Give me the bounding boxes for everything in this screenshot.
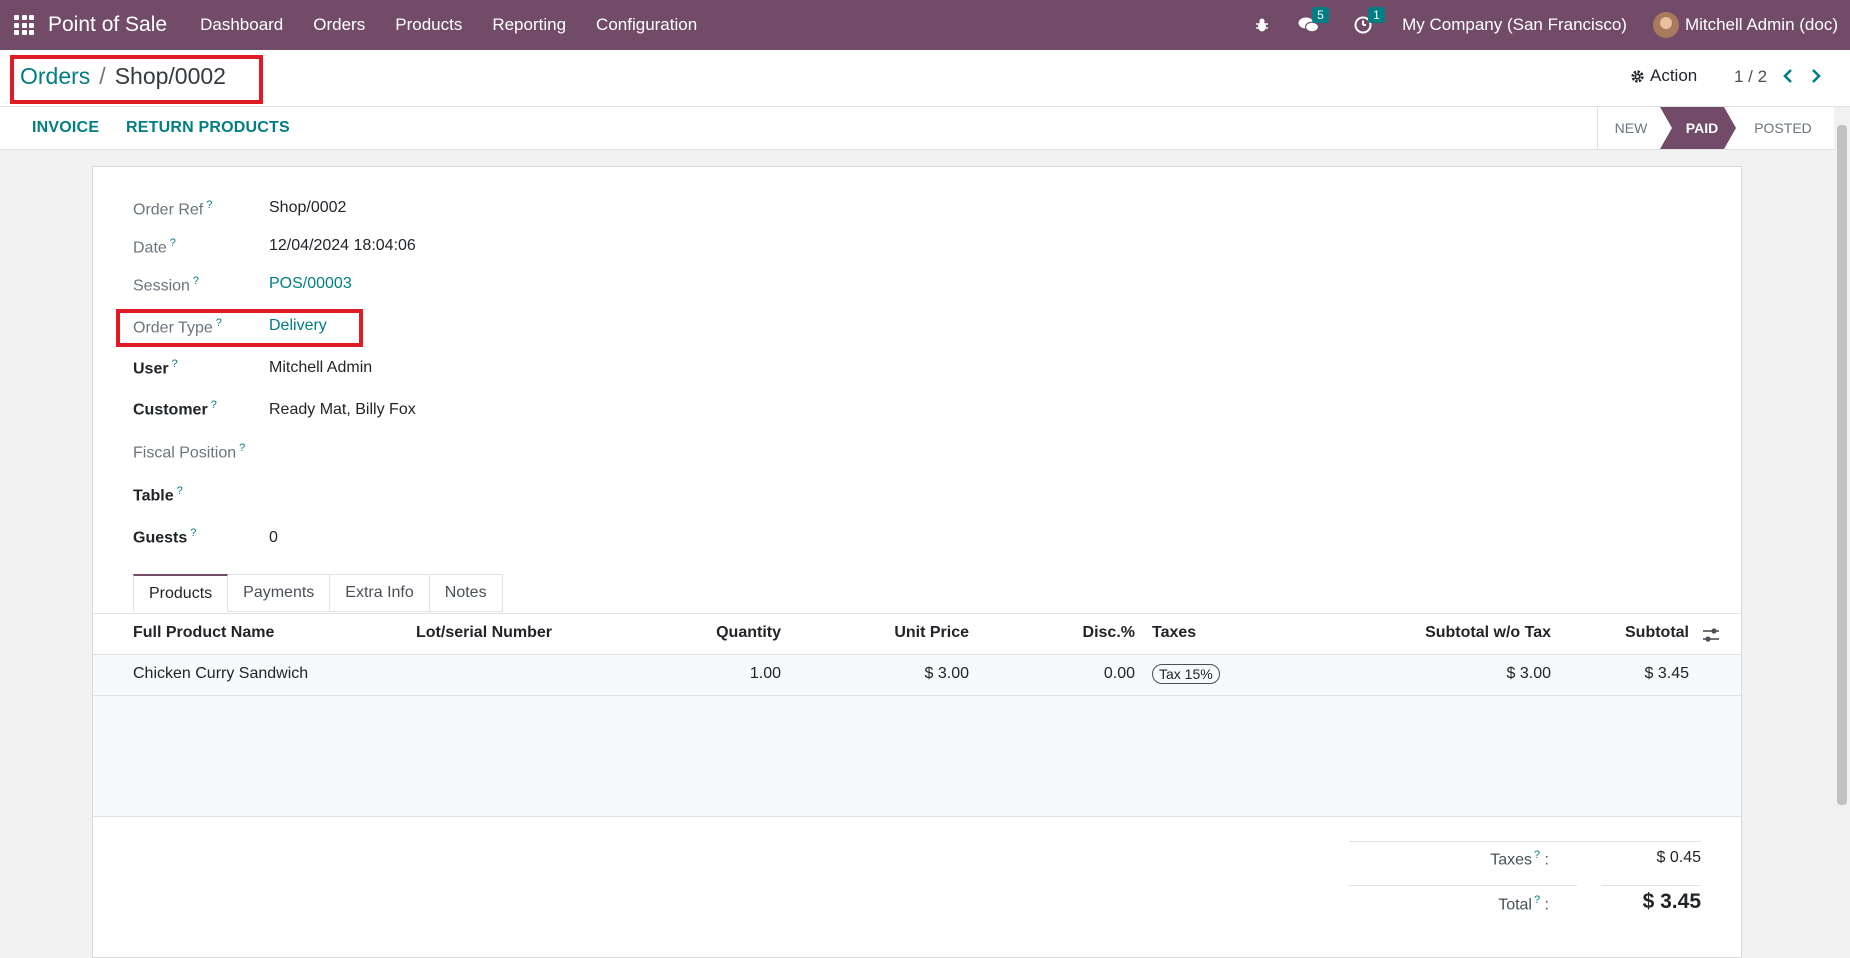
activities-clock-icon[interactable]: 1 <box>1354 7 1385 34</box>
session-link[interactable]: POS/00003 <box>269 275 352 293</box>
row-subtotal-wo-tax: $ 3.00 <box>1506 665 1551 682</box>
totals-value-line <box>1601 885 1701 886</box>
return-products-button[interactable]: RETURN PRODUCTS <box>126 119 290 137</box>
table-label: Table? <box>133 485 183 505</box>
tab-notes[interactable]: Notes <box>429 574 503 612</box>
pager-value[interactable]: 1 / 2 <box>1734 67 1767 87</box>
totals-top-line <box>1349 841 1701 842</box>
scrollbar-thumb[interactable] <box>1837 125 1847 805</box>
col-lot-serial[interactable]: Lot/serial Number <box>416 624 552 642</box>
guests-value[interactable]: 0 <box>269 529 278 547</box>
fiscal-position-label: Fiscal Position? <box>133 442 246 462</box>
messages-count-badge: 5 <box>1312 7 1329 23</box>
col-unit-price[interactable]: Unit Price <box>833 624 969 642</box>
pager-next-icon[interactable] <box>1810 68 1822 84</box>
menu-products[interactable]: Products <box>380 15 477 35</box>
taxes-total-label: Taxes? : <box>1490 849 1549 869</box>
invoice-button[interactable]: INVOICE <box>32 119 99 137</box>
col-discount[interactable]: Disc.% <box>1033 624 1135 642</box>
menu-reporting[interactable]: Reporting <box>477 15 581 35</box>
row-product: Chicken Curry Sandwich <box>133 665 309 682</box>
company-switcher[interactable]: My Company (San Francisco) <box>1402 15 1627 35</box>
tax-tag: Tax 15% <box>1152 664 1220 684</box>
row-unit-price: $ 3.00 <box>924 665 969 682</box>
col-subtotal-wo-tax[interactable]: Subtotal w/o Tax <box>1373 624 1551 642</box>
menu-orders[interactable]: Orders <box>298 15 380 35</box>
grand-total-value: $ 3.45 <box>1642 890 1701 913</box>
control-panel: Orders / Shop/0002 Action 1 / 2 <box>0 50 1850 107</box>
row-discount: 0.00 <box>1103 665 1135 682</box>
date-label: Date? <box>133 237 176 257</box>
order-ref-value: Shop/0002 <box>269 199 347 216</box>
top-navbar: Point of Sale Dashboard Orders Products … <box>0 0 1850 50</box>
session-label: Session? <box>133 275 200 295</box>
taxes-total-value: $ 0.45 <box>1656 849 1701 866</box>
order-ref-label: Order Ref? <box>133 199 213 219</box>
stage-new[interactable]: NEW <box>1598 107 1664 149</box>
table-row[interactable]: Chicken Curry Sandwich 1.00 $ 3.00 0.00 … <box>93 655 1741 696</box>
breadcrumb-highlight-box <box>10 55 263 104</box>
user-value[interactable]: Mitchell Admin <box>269 359 372 377</box>
gear-icon <box>1631 69 1644 83</box>
menu-dashboard[interactable]: Dashboard <box>185 15 298 35</box>
stage-posted[interactable]: POSTED <box>1740 107 1826 149</box>
date-value: 12/04/2024 18:04:06 <box>269 237 416 254</box>
customer-value[interactable]: Ready Mat, Billy Fox <box>269 401 416 419</box>
empty-row <box>93 696 1741 737</box>
action-label: Action <box>1650 66 1698 85</box>
order-lines-header: Full Product Name Lot/serial Number Quan… <box>93 614 1741 655</box>
empty-row <box>93 736 1741 777</box>
guests-label: Guests? <box>133 527 197 547</box>
activities-count-badge: 1 <box>1368 7 1385 23</box>
optional-columns-icon[interactable] <box>1702 627 1720 643</box>
stage-paid[interactable]: PAID <box>1672 107 1732 149</box>
debug-bug-icon[interactable] <box>1254 17 1270 33</box>
row-subtotal: $ 3.45 <box>1644 665 1689 682</box>
messages-icon[interactable]: 5 <box>1298 7 1329 34</box>
empty-row <box>93 776 1741 817</box>
action-button[interactable]: Action <box>1630 66 1697 86</box>
pager-previous-icon[interactable] <box>1782 68 1794 84</box>
tab-payments[interactable]: Payments <box>228 574 331 612</box>
col-quantity[interactable]: Quantity <box>663 624 781 642</box>
row-quantity: 1.00 <box>749 665 781 682</box>
col-full-product-name[interactable]: Full Product Name <box>133 624 274 642</box>
menu-configuration[interactable]: Configuration <box>581 15 712 35</box>
notebook-tabs: Products Payments Extra Info Notes <box>133 574 503 612</box>
form-sheet: Order Ref? Shop/0002 Date? 12/04/2024 18… <box>92 166 1742 958</box>
col-taxes[interactable]: Taxes <box>1152 624 1196 642</box>
app-title[interactable]: Point of Sale <box>48 13 167 37</box>
form-status-bar: INVOICE RETURN PRODUCTS NEW PAID POSTED <box>0 107 1850 150</box>
user-label: User? <box>133 358 178 378</box>
user-avatar[interactable] <box>1652 12 1679 38</box>
totals-label-line <box>1349 885 1577 886</box>
order-type-highlight-box <box>116 309 363 347</box>
tab-products[interactable]: Products <box>133 574 229 612</box>
user-menu[interactable]: Mitchell Admin (doc) <box>1685 15 1838 35</box>
apps-menu-icon[interactable] <box>14 15 34 35</box>
customer-label: Customer? <box>133 399 217 419</box>
col-subtotal[interactable]: Subtotal <box>1593 624 1689 642</box>
tab-extra-info[interactable]: Extra Info <box>330 574 430 612</box>
grand-total-label: Total? : <box>1498 894 1549 914</box>
